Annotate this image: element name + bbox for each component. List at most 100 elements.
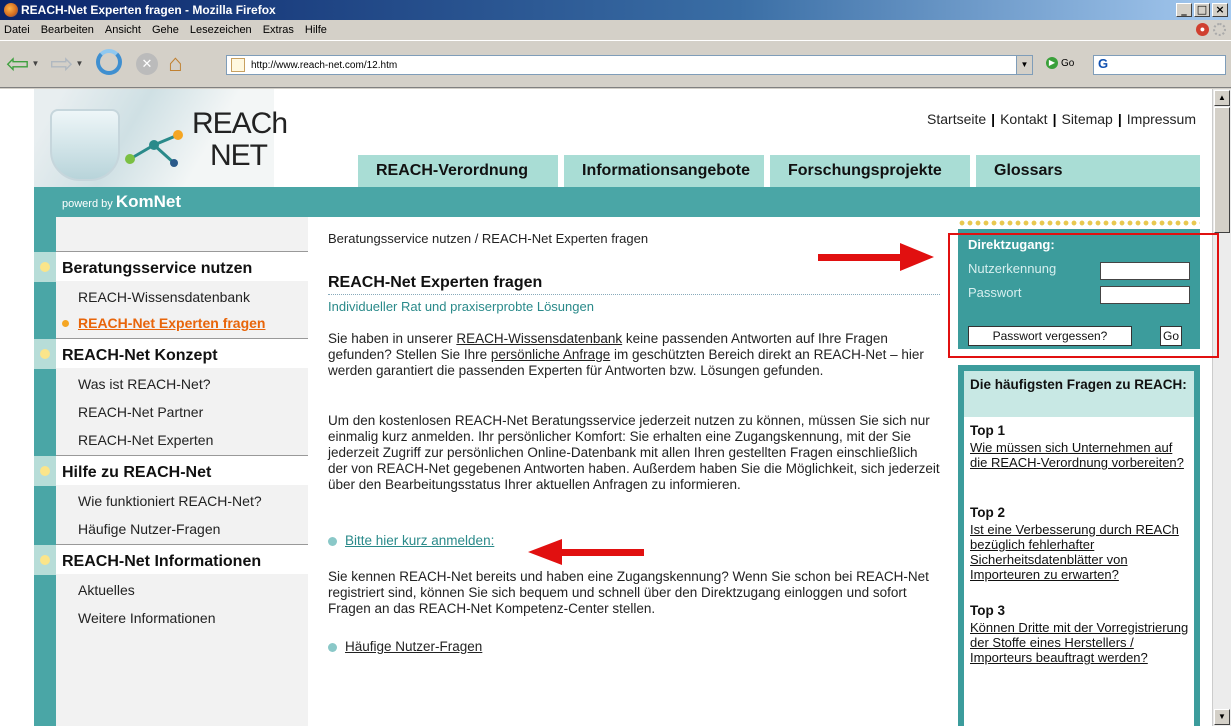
search-input[interactable]: G xyxy=(1093,55,1226,75)
forward-button[interactable]: ⇨ ▼ xyxy=(50,49,83,79)
reach-net-page: REACh NET Startseite | Kontakt | Sitemap | … xyxy=(34,89,1200,726)
faq-top-label: Top 1 xyxy=(970,423,1005,438)
sidebar-item-aktuelles[interactable]: Aktuelles xyxy=(78,582,135,598)
logo-text-reach: REACh xyxy=(192,107,288,140)
vertical-scrollbar[interactable]: ▲ ▼ xyxy=(1212,89,1231,726)
back-dropdown-icon[interactable]: ▼ xyxy=(31,51,39,77)
breadcrumb: Beratungsservice nutzen / REACH-Net Expe… xyxy=(328,231,649,246)
link-sitemap[interactable]: Sitemap xyxy=(1061,111,1112,127)
login-info-paragraph: Sie kennen REACH-Net bereits und haben e… xyxy=(328,569,929,616)
main-content: Beratungsservice nutzen / REACH-Net Expe… xyxy=(314,217,940,726)
tab-reach-verordnung[interactable]: REACH-Verordnung xyxy=(358,155,558,187)
register-link[interactable]: Bitte hier kurz anmelden: xyxy=(345,533,494,549)
sidebar-section-hilfe[interactable]: Hilfe zu REACH-Net xyxy=(34,455,308,486)
sidebar: Beratungsservice nutzen REACH-Wissensdat… xyxy=(34,217,308,726)
sidebar-section-informationen[interactable]: REACH-Net Informationen xyxy=(34,544,308,575)
haeufige-fragen-link[interactable]: Häufige Nutzer-Fragen xyxy=(345,639,482,655)
sidebar-item-haeufige-fragen[interactable]: Häufige Nutzer-Fragen xyxy=(78,521,220,537)
faq-top-label: Top 2 xyxy=(970,505,1005,520)
link-kontakt[interactable]: Kontakt xyxy=(1000,111,1047,127)
menu-bar: Datei Bearbeiten Ansicht Gehe Lesezeiche… xyxy=(0,20,1231,40)
section-bullet-icon xyxy=(34,252,56,282)
flask-image xyxy=(50,109,120,181)
home-icon[interactable]: ⌂ xyxy=(168,49,183,79)
menu-datei[interactable]: Datei xyxy=(4,24,30,36)
faq-question-link[interactable]: Können Dritte mit der Vorregistrierung d… xyxy=(970,620,1192,665)
sidebar-item-weitere-informationen[interactable]: Weitere Informationen xyxy=(78,610,215,626)
faq-box: Die häufigsten Fragen zu REACH: Top 1 Wi… xyxy=(958,365,1200,726)
sidebar-item-partner[interactable]: REACH-Net Partner xyxy=(78,404,203,420)
throbber-icon xyxy=(1213,23,1226,36)
bullet-icon xyxy=(328,642,337,652)
section-bullet-icon xyxy=(34,339,56,369)
faq-question-link[interactable]: Wie müssen sich Unternehmen auf die REAC… xyxy=(970,440,1192,470)
scroll-up-icon[interactable]: ▲ xyxy=(1214,90,1230,106)
address-bar[interactable]: http://www.reach-net.com/12.htm ▼ xyxy=(226,55,1033,75)
menu-bearbeiten[interactable]: Bearbeiten xyxy=(41,24,94,36)
red-arrow-right-icon xyxy=(818,243,934,271)
faq-question-link[interactable]: Ist eine Verbesserung durch REACh bezügl… xyxy=(970,522,1192,582)
menu-lesezeichen[interactable]: Lesezeichen xyxy=(190,24,252,36)
logo-text-net: NET xyxy=(210,139,268,172)
sidebar-item-experten-fragen[interactable]: REACH-Net Experten fragen xyxy=(62,315,265,331)
tab-informationsangebote[interactable]: Informationsangebote xyxy=(564,155,764,187)
intro-paragraph: Sie haben in unserer REACH-Wissensdatenb… xyxy=(328,331,924,378)
forward-dropdown-icon[interactable]: ▼ xyxy=(75,51,83,77)
wissensdatenbank-link[interactable]: REACH-Wissensdatenbank xyxy=(456,331,622,346)
molecule-icon xyxy=(125,130,183,167)
url-text[interactable]: http://www.reach-net.com/12.htm xyxy=(251,60,397,71)
register-item: Bitte hier kurz anmelden: xyxy=(328,533,494,549)
maximize-button[interactable]: □ xyxy=(1194,3,1210,17)
scroll-thumb[interactable] xyxy=(1214,107,1230,233)
page-favicon-icon xyxy=(231,58,245,72)
sidebar-section-konzept[interactable]: REACH-Net Konzept xyxy=(34,338,308,369)
close-button[interactable]: × xyxy=(1212,3,1228,17)
link-impressum[interactable]: Impressum xyxy=(1127,111,1196,127)
sidebar-section-beratungsservice[interactable]: Beratungsservice nutzen xyxy=(34,251,308,282)
browser-window: REACH-Net Experten fragen - Mozilla Fire… xyxy=(0,0,1231,726)
go-arrow-icon: ▶ xyxy=(1046,57,1058,69)
dotted-decoration xyxy=(958,219,1200,227)
page-viewport: REACh NET Startseite | Kontakt | Sitemap | … xyxy=(0,89,1212,726)
reach-net-logo[interactable]: REACh NET xyxy=(34,89,288,187)
title-divider xyxy=(328,294,940,295)
faq-title: Die häufigsten Fragen zu REACH: xyxy=(964,371,1194,417)
title-bar: REACH-Net Experten fragen - Mozilla Fire… xyxy=(0,0,1231,20)
section-bullet-icon xyxy=(34,456,56,486)
bullet-icon xyxy=(328,536,337,546)
active-bullet-icon xyxy=(62,320,69,327)
faq-top-label: Top 3 xyxy=(970,603,1005,618)
service-paragraph: Um den kostenlosen REACH-Net Beratungsse… xyxy=(328,413,940,492)
tab-forschungsprojekte[interactable]: Forschungsprojekte xyxy=(770,155,970,187)
top-links: Startseite | Kontakt | Sitemap | Impressum xyxy=(927,111,1196,127)
sidebar-item-wissensdatenbank[interactable]: REACH-Wissensdatenbank xyxy=(78,289,250,305)
firefox-icon xyxy=(4,3,18,17)
scroll-down-icon[interactable]: ▼ xyxy=(1214,709,1230,725)
tab-glossars[interactable]: Glossars xyxy=(976,155,1200,187)
sidebar-item-wie-funktioniert[interactable]: Wie funktioniert REACH-Net? xyxy=(78,493,262,509)
back-button[interactable]: ⇦ ▼ xyxy=(6,49,39,79)
window-title: REACH-Net Experten fragen - Mozilla Fire… xyxy=(21,3,276,17)
navigation-toolbar: ⇦ ▼ ⇨ ▼ ✕ ⌂ http://www.reach-net.com/12.ht… xyxy=(0,40,1231,88)
link-startseite[interactable]: Startseite xyxy=(927,111,986,127)
powered-by-bar: powerd by KomNet xyxy=(34,187,1200,217)
sidebar-item-was-ist[interactable]: Was ist REACH-Net? xyxy=(78,376,211,392)
page-subtitle: Individueller Rat und praxiserprobte Lös… xyxy=(328,299,594,314)
section-bullet-icon xyxy=(34,545,56,575)
menu-gehe[interactable]: Gehe xyxy=(152,24,179,36)
reload-icon[interactable] xyxy=(96,49,122,75)
menu-ansicht[interactable]: Ansicht xyxy=(105,24,141,36)
menu-extras[interactable]: Extras xyxy=(263,24,294,36)
minimize-button[interactable]: _ xyxy=(1176,3,1192,17)
sidebar-item-experten[interactable]: REACH-Net Experten xyxy=(78,432,213,448)
powered-by: powerd by KomNet xyxy=(62,192,181,211)
page-title: REACH-Net Experten fragen xyxy=(328,274,543,291)
url-dropdown-icon[interactable]: ▼ xyxy=(1016,56,1032,74)
popup-blocked-icon[interactable]: ● xyxy=(1196,23,1209,36)
go-button[interactable]: ▶ Go xyxy=(1046,57,1074,69)
menu-hilfe[interactable]: Hilfe xyxy=(305,24,327,36)
persoenliche-anfrage-link[interactable]: persönliche Anfrage xyxy=(491,347,610,362)
main-tabs: REACH-Verordnung Informationsangebote Fo… xyxy=(274,155,1200,187)
faq-item: Häufige Nutzer-Fragen xyxy=(328,639,482,655)
stop-icon[interactable]: ✕ xyxy=(136,53,158,75)
